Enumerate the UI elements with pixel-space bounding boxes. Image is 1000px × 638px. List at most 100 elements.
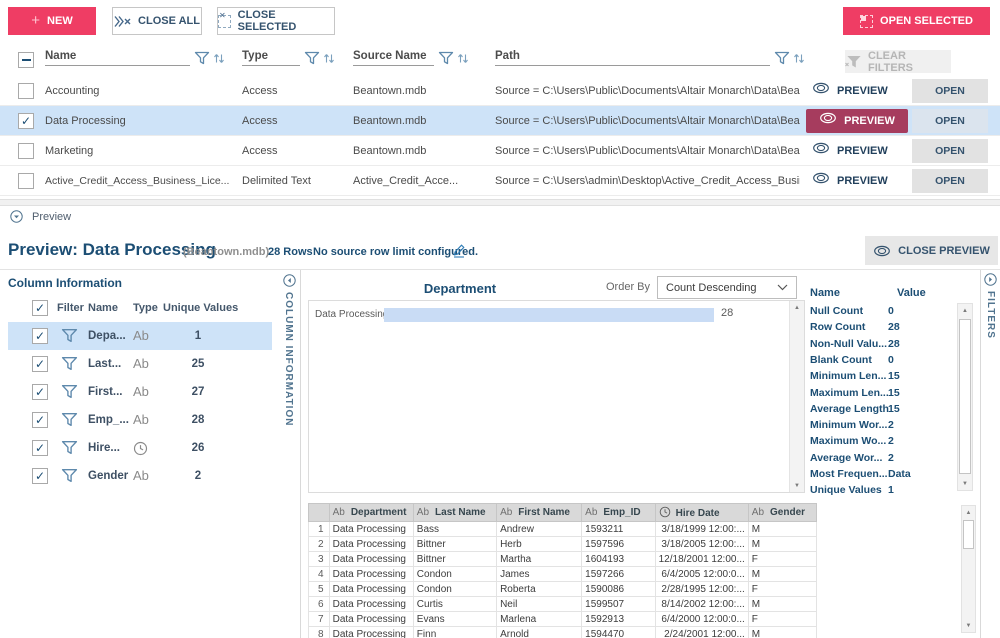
- preview-button[interactable]: PREVIEW: [812, 136, 888, 166]
- filters-tab[interactable]: FILTERS: [985, 291, 996, 339]
- filter-icon[interactable]: [304, 51, 320, 65]
- open-selected-button[interactable]: OPEN SELECTED: [843, 7, 990, 35]
- preview-section-toggle[interactable]: Preview: [10, 210, 71, 223]
- column-header-type[interactable]: Type: [242, 50, 335, 66]
- column-header-source-name[interactable]: Source Name: [353, 50, 469, 66]
- new-button-label: NEW: [47, 15, 73, 27]
- grid-header-row: AbDepartment AbLast Name AbFirst Name Ab…: [309, 504, 817, 522]
- open-button[interactable]: OPEN: [912, 79, 988, 103]
- column-checkbox[interactable]: [32, 328, 48, 344]
- eye-icon: [873, 245, 891, 257]
- row-checkbox[interactable]: [18, 143, 34, 159]
- column-header-name[interactable]: Name: [45, 50, 225, 66]
- column-checkbox[interactable]: [32, 440, 48, 456]
- stat-value: 2: [888, 433, 948, 449]
- order-by-dropdown[interactable]: Count Descending: [657, 276, 797, 299]
- table-row-marketing[interactable]: Marketing Access Beantown.mdb Source = C…: [0, 136, 1000, 166]
- grid-row[interactable]: 3Data ProcessingBittnerMartha160419312/1…: [309, 552, 817, 567]
- filter-icon[interactable]: [438, 51, 454, 65]
- stat-row: Null Count0: [807, 303, 955, 319]
- column-checkbox[interactable]: [32, 412, 48, 428]
- column-checkbox[interactable]: [32, 468, 48, 484]
- column-checkbox[interactable]: [32, 356, 48, 372]
- column-row-first-name[interactable]: First... Ab 27: [8, 378, 272, 406]
- grid-row[interactable]: 6Data ProcessingCurtisNeil15995078/14/20…: [309, 597, 817, 612]
- clear-filters-button[interactable]: CLEAR FILTERS: [845, 50, 951, 73]
- grid-header-last-name[interactable]: AbLast Name: [413, 504, 496, 522]
- filter-funnel-icon[interactable]: [61, 328, 78, 343]
- scroll-up-icon[interactable]: ▲: [958, 304, 972, 317]
- close-selected-button[interactable]: ✕ CLOSE SELECTED: [217, 7, 335, 35]
- grid-row[interactable]: 1Data ProcessingBassAndrew15932113/18/19…: [309, 522, 817, 537]
- column-header-path[interactable]: Path: [495, 50, 805, 66]
- file-path: Source = C:\Users\Public\Documents\Altai…: [495, 106, 800, 136]
- unique-count: 28: [176, 406, 220, 434]
- grid-scrollbar[interactable]: ▲ ▼: [961, 505, 976, 633]
- close-preview-button[interactable]: CLOSE PREVIEW: [865, 236, 998, 265]
- new-button[interactable]: + NEW: [8, 7, 96, 35]
- scroll-down-icon[interactable]: ▼: [958, 477, 972, 490]
- sort-icon[interactable]: [793, 52, 805, 65]
- column-row-last-name[interactable]: Last... Ab 25: [8, 350, 272, 378]
- expand-panel-icon[interactable]: [984, 273, 997, 286]
- table-row-accounting[interactable]: Accounting Access Beantown.mdb Source = …: [0, 76, 1000, 106]
- filter-funnel-icon[interactable]: [61, 468, 78, 483]
- filter-funnel-icon[interactable]: [61, 356, 78, 371]
- collapse-panel-icon[interactable]: [283, 274, 296, 287]
- filter-funnel-icon[interactable]: [61, 440, 78, 455]
- column-row-hire-date[interactable]: Hire... 26: [8, 434, 272, 462]
- column-row-emp-id[interactable]: Emp_... Ab 28: [8, 406, 272, 434]
- grid-row[interactable]: 5Data ProcessingCondonRoberta15900862/28…: [309, 582, 817, 597]
- column-row-gender[interactable]: Gender Ab 2: [8, 462, 272, 490]
- grid-row[interactable]: 2Data ProcessingBittnerHerb15975963/18/2…: [309, 537, 817, 552]
- scroll-up-icon[interactable]: ▲: [790, 301, 804, 314]
- scroll-down-icon[interactable]: ▼: [962, 619, 975, 632]
- file-type: Access: [242, 136, 342, 166]
- grid-row[interactable]: 4Data ProcessingCondonJames15972666/4/20…: [309, 567, 817, 582]
- chart-scrollbar[interactable]: ▲ ▼: [789, 301, 804, 492]
- preview-row-count: 28 Rows: [268, 246, 313, 258]
- close-all-button[interactable]: CLOSE ALL: [112, 7, 202, 35]
- grid-row[interactable]: 8Data ProcessingFinnArnold15944702/24/20…: [309, 627, 817, 638]
- preview-button[interactable]: PREVIEW: [812, 76, 888, 106]
- table-row-active-credit[interactable]: Active_Credit_Access_Business_Lice... De…: [0, 166, 1000, 196]
- scrollbar-thumb[interactable]: [963, 520, 974, 549]
- row-checkbox[interactable]: [18, 83, 34, 99]
- grid-header-gender[interactable]: AbGender: [748, 504, 816, 522]
- scroll-up-icon[interactable]: ▲: [962, 506, 975, 519]
- scrollbar-thumb[interactable]: [959, 319, 971, 474]
- sort-icon[interactable]: [213, 52, 225, 65]
- select-all-checkbox[interactable]: [18, 52, 34, 68]
- table-row-data-processing[interactable]: Data Processing Access Beantown.mdb Sour…: [0, 106, 1000, 136]
- filter-icon[interactable]: [194, 51, 210, 65]
- sort-icon[interactable]: [457, 52, 469, 65]
- bar-data-processing[interactable]: [384, 308, 714, 322]
- stat-value: 15: [888, 385, 948, 401]
- stats-scrollbar[interactable]: ▲ ▼: [957, 303, 973, 491]
- open-button[interactable]: OPEN: [912, 109, 988, 133]
- filter-funnel-icon[interactable]: [61, 384, 78, 399]
- scroll-down-icon[interactable]: ▼: [790, 479, 804, 492]
- row-checkbox-checked[interactable]: [18, 113, 34, 129]
- row-checkbox[interactable]: [18, 173, 34, 189]
- preview-label: PREVIEW: [837, 136, 888, 166]
- eye-icon: [812, 166, 830, 196]
- grid-row[interactable]: 7Data ProcessingEvansMarlena15929136/4/2…: [309, 612, 817, 627]
- stat-value: 15: [888, 368, 948, 384]
- select-all-columns-checkbox[interactable]: [32, 300, 48, 316]
- filter-funnel-icon[interactable]: [61, 412, 78, 427]
- grid-header-hire-date[interactable]: Hire Date: [655, 504, 748, 522]
- grid-header-first-name[interactable]: AbFirst Name: [497, 504, 582, 522]
- column-row-department[interactable]: Depa... Ab 1: [8, 322, 272, 350]
- sort-icon[interactable]: [323, 52, 335, 65]
- grid-header-department[interactable]: AbDepartment: [329, 504, 413, 522]
- open-button[interactable]: OPEN: [912, 139, 988, 163]
- open-button[interactable]: OPEN: [912, 169, 988, 193]
- preview-button-active[interactable]: PREVIEW: [806, 109, 908, 133]
- grid-header-emp-id[interactable]: AbEmp_ID: [582, 504, 655, 522]
- column-checkbox[interactable]: [32, 384, 48, 400]
- edit-pencil-icon[interactable]: [452, 243, 466, 258]
- column-information-tab[interactable]: COLUMN INFORMATION: [283, 292, 294, 426]
- preview-button[interactable]: PREVIEW: [812, 166, 888, 196]
- filter-icon[interactable]: [774, 51, 790, 65]
